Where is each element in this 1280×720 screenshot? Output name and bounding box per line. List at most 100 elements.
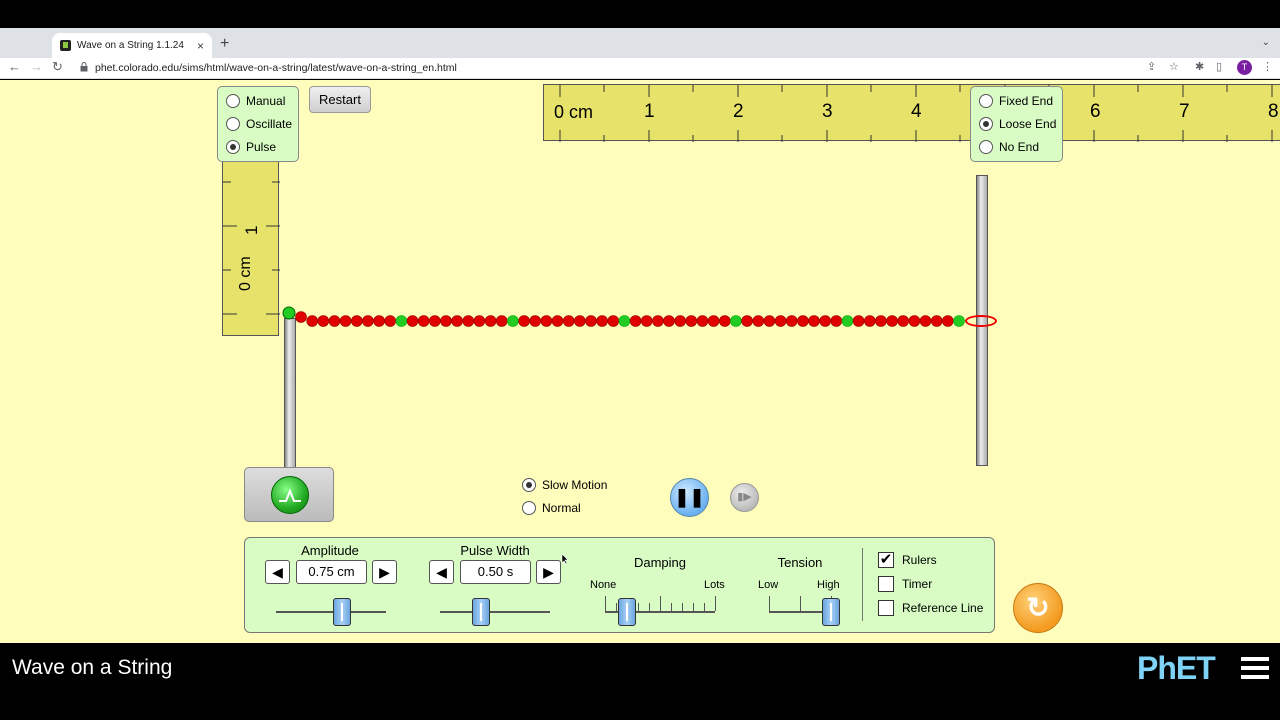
string-bead	[908, 315, 921, 327]
pulse-button[interactable]	[271, 476, 309, 514]
string-bead	[696, 315, 709, 327]
bookmark-star-icon[interactable]: ☆	[1169, 60, 1179, 73]
tension-tick	[769, 596, 770, 611]
extensions-icon[interactable]: ✱	[1195, 60, 1204, 73]
string-bead	[897, 315, 910, 327]
damping-slider-thumb[interactable]	[618, 598, 636, 626]
string-bead	[607, 315, 620, 327]
mouse-cursor-icon	[561, 553, 569, 565]
string-bead	[941, 315, 954, 327]
radio-indicator[interactable]	[522, 501, 536, 515]
damping-tick	[693, 603, 694, 611]
amplitude-value: 0.75 cm	[296, 560, 367, 584]
string-bead	[752, 315, 765, 327]
string-bead	[473, 315, 486, 327]
string-bead	[507, 315, 519, 327]
hamburger-menu-icon[interactable]	[1241, 657, 1269, 681]
amplitude-decrease-button[interactable]: ◀	[265, 560, 290, 584]
forward-arrow-icon[interactable]: →	[30, 59, 43, 74]
share-icon[interactable]: ⇪	[1147, 60, 1156, 73]
string-bead	[529, 315, 542, 327]
string-bead	[763, 315, 776, 327]
profile-avatar[interactable]: T	[1237, 60, 1252, 75]
string-bead	[685, 315, 698, 327]
rulers-checkbox[interactable]: ✔ Rulers	[878, 552, 937, 568]
tab-close-icon[interactable]: ×	[197, 39, 204, 53]
reset-all-button[interactable]: ↻	[1013, 583, 1063, 633]
pulse-width-increase-button[interactable]: ▶	[536, 560, 561, 584]
tension-max-label: High	[817, 579, 840, 591]
string-bead	[306, 315, 319, 327]
string-bead	[841, 315, 854, 327]
string-bead	[875, 315, 887, 327]
sim-title: Wave on a String	[12, 656, 173, 679]
side-panel-icon[interactable]: ▯	[1216, 60, 1222, 73]
url-input[interactable]: phet.colorado.edu/sims/html/wave-on-a-st…	[95, 62, 457, 74]
string-bead	[551, 315, 564, 327]
slow-motion-label: Slow Motion	[542, 478, 608, 492]
string-bead	[440, 315, 452, 327]
amplitude-slider-track[interactable]	[276, 611, 386, 613]
reference-line-checkbox[interactable]: Reference Line	[878, 600, 983, 616]
string-bead	[596, 315, 608, 327]
tab-search-chevron-icon[interactable]: ⌄	[1262, 37, 1270, 48]
new-tab-button[interactable]: +	[220, 35, 229, 53]
tension-title: Tension	[777, 555, 823, 570]
damping-tick	[671, 603, 672, 611]
slow-motion-radio[interactable]: Slow Motion	[522, 478, 607, 492]
string-bead	[886, 315, 898, 327]
browser-tab[interactable]: Wave on a String 1.1.24 ×	[52, 33, 212, 58]
timer-checkbox[interactable]: Timer	[878, 576, 932, 592]
string-bead	[417, 315, 430, 327]
pulse-width-title: Pulse Width	[460, 543, 530, 558]
string-bead	[774, 315, 787, 327]
damping-title: Damping	[633, 555, 687, 570]
checkbox-unchecked[interactable]	[878, 576, 894, 592]
tab-title: Wave on a String 1.1.24	[77, 40, 184, 51]
tension-slider-thumb[interactable]	[822, 598, 840, 626]
amplitude-slider-thumb[interactable]	[333, 598, 351, 626]
loose-end-ring[interactable]	[965, 315, 997, 327]
damping-tick	[715, 596, 716, 611]
browser-menu-icon[interactable]: ⋮	[1262, 60, 1273, 73]
string-bead	[384, 315, 397, 327]
pause-icon: ❚❚	[674, 487, 705, 507]
pulse-width-value: 0.50 s	[460, 560, 531, 584]
reload-icon[interactable]: ↻	[52, 59, 63, 75]
string-bead	[362, 315, 374, 327]
pause-button[interactable]: ❚❚	[670, 478, 709, 517]
string-bead	[808, 315, 820, 327]
normal-speed-label: Normal	[542, 501, 581, 515]
step-forward-icon: ▮▶	[737, 491, 752, 503]
left-arrow-icon: ◀	[272, 564, 283, 580]
string-bead	[830, 315, 843, 327]
radio-indicator-selected[interactable]	[522, 478, 536, 492]
damping-max-label: Lots	[704, 579, 725, 591]
string-bead	[339, 315, 352, 327]
string-bead	[585, 315, 597, 327]
pulse-width-decrease-button[interactable]: ◀	[429, 560, 454, 584]
string-bead	[518, 315, 530, 327]
phet-logo[interactable]: PhET	[1137, 650, 1216, 687]
string-bead	[953, 315, 965, 327]
string-bead	[484, 315, 497, 327]
damping-tick	[616, 603, 617, 611]
step-forward-button[interactable]: ▮▶	[730, 483, 759, 512]
damping-tick	[682, 603, 683, 611]
string-bead	[451, 315, 463, 327]
pulse-width-slider-track[interactable]	[440, 611, 550, 613]
screen-top-bar	[0, 0, 1280, 28]
checkbox-checked[interactable]: ✔	[878, 552, 894, 568]
normal-speed-radio[interactable]: Normal	[522, 501, 581, 515]
simulation-area: 0 cm 1 Manual Oscillate Pulse Restart 0 …	[0, 80, 1280, 643]
pulse-width-slider-thumb[interactable]	[471, 598, 490, 626]
back-arrow-icon[interactable]: ←	[8, 59, 21, 74]
left-arrow-icon: ◀	[436, 564, 447, 580]
string-bead	[462, 315, 475, 327]
string-bead	[317, 315, 330, 327]
string-bead	[395, 315, 408, 327]
amplitude-increase-button[interactable]: ▶	[372, 560, 397, 584]
pulse-generator	[244, 467, 334, 522]
checkbox-unchecked[interactable]	[878, 600, 894, 616]
string-bead	[785, 315, 798, 327]
